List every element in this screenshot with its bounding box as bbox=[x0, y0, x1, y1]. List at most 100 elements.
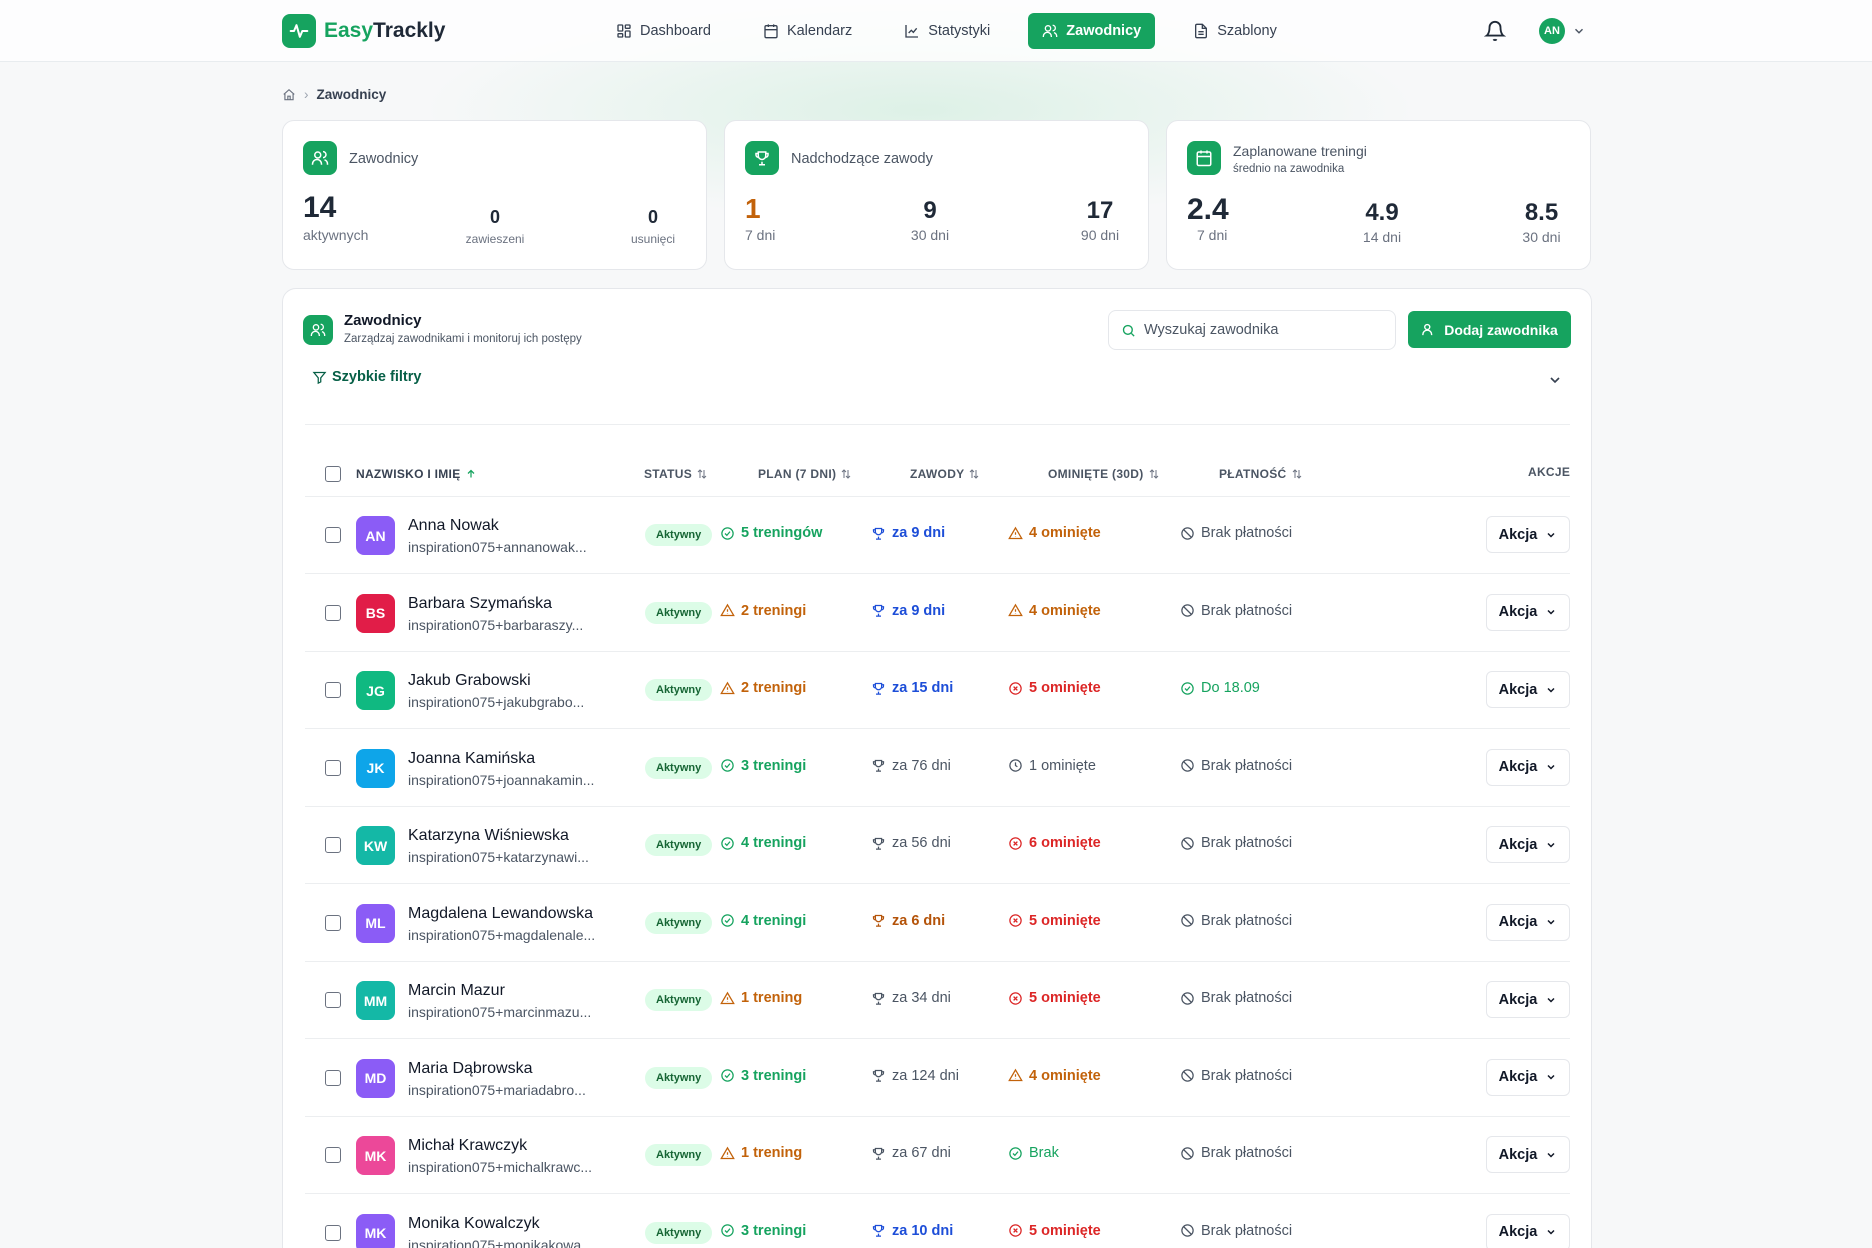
missed-cell: 5 ominięte bbox=[1008, 990, 1101, 1006]
athlete-name[interactable]: Joanna Kamińska bbox=[408, 750, 535, 768]
competition-cell: za 34 dni bbox=[871, 990, 951, 1006]
payment-cell: Brak płatności bbox=[1180, 835, 1292, 851]
sort-icon bbox=[841, 469, 851, 479]
table-row[interactable]: MK Michał Krawczyk inspiration075+michalkr… bbox=[305, 1117, 1570, 1194]
search-input[interactable] bbox=[1144, 322, 1374, 338]
athlete-name[interactable]: Barbara Szymańska bbox=[408, 595, 552, 613]
trophy-icon bbox=[871, 1146, 886, 1161]
check-circle-icon bbox=[720, 758, 735, 773]
nav-templates[interactable]: Szablony bbox=[1179, 13, 1291, 49]
athlete-email: inspiration075+mariadabro... bbox=[408, 1081, 586, 1098]
column-label: NAZWISKO I IMIĘ bbox=[356, 467, 461, 481]
user-avatar[interactable]: AN bbox=[1539, 18, 1565, 44]
action-dropdown-button[interactable]: Akcja bbox=[1486, 1213, 1570, 1248]
row-checkbox[interactable] bbox=[325, 1147, 341, 1163]
row-checkbox[interactable] bbox=[325, 914, 341, 931]
table-row[interactable]: AN Anna Nowak inspiration075+annanowak... A… bbox=[305, 497, 1570, 574]
select-all-checkbox[interactable] bbox=[325, 457, 341, 491]
competition-text: za 10 dni bbox=[892, 1222, 954, 1239]
trophy-icon bbox=[871, 603, 886, 618]
action-dropdown-button[interactable]: Akcja bbox=[1486, 593, 1570, 631]
row-checkbox[interactable] bbox=[325, 759, 341, 776]
nav-label: Szablony bbox=[1217, 23, 1277, 39]
athlete-name[interactable]: Magdalena Lewandowska bbox=[408, 905, 593, 923]
column-header-name[interactable]: NAZWISKO I IMIĘ bbox=[356, 457, 477, 491]
competition-text: za 9 dni bbox=[892, 602, 946, 619]
table-row[interactable]: MM Marcin Mazur inspiration075+marcinmazu.… bbox=[305, 962, 1570, 1039]
bell-icon[interactable] bbox=[1484, 20, 1506, 42]
nav-calendar[interactable]: Kalendarz bbox=[749, 13, 866, 49]
row-checkbox[interactable] bbox=[325, 1069, 341, 1086]
table-row[interactable]: JK Joanna Kamińska inspiration075+joannaka… bbox=[305, 730, 1570, 807]
stat-value: 0 bbox=[647, 207, 658, 227]
search-box[interactable] bbox=[1108, 310, 1396, 350]
status-badge: Aktywny bbox=[645, 756, 713, 779]
table-header: NAZWISKO I IMIĘ STATUS PLAN (7 DNI) ZAWO… bbox=[305, 457, 1570, 497]
column-header-missed[interactable]: OMINIĘTE (30D) bbox=[1048, 457, 1160, 491]
x-circle-icon bbox=[1008, 991, 1023, 1006]
action-dropdown-button[interactable]: Akcja bbox=[1486, 671, 1570, 708]
x-circle-icon bbox=[1008, 1223, 1023, 1238]
action-dropdown-button[interactable]: Akcja bbox=[1486, 516, 1570, 553]
table-row[interactable]: MK Monika Kowalczyk inspiration075+monikak… bbox=[305, 1195, 1570, 1248]
action-dropdown-button[interactable]: Akcja bbox=[1486, 1136, 1570, 1173]
table-row[interactable]: BS Barbara Szymańska inspiration075+barbar… bbox=[305, 575, 1570, 652]
action-dropdown-button[interactable]: Akcja bbox=[1486, 826, 1570, 863]
nav-statistics[interactable]: Statystyki bbox=[890, 13, 1004, 49]
column-header-plan[interactable]: PLAN (7 DNI) bbox=[758, 457, 852, 491]
athlete-name[interactable]: Katarzyna Wiśniewska bbox=[408, 827, 569, 845]
stat-main: 2.4 7 dni bbox=[1187, 193, 1229, 243]
payment-cell: Brak płatności bbox=[1180, 990, 1292, 1006]
home-icon[interactable] bbox=[282, 88, 296, 102]
row-checkbox[interactable] bbox=[325, 527, 341, 543]
athlete-name[interactable]: Marcin Mazur bbox=[408, 982, 505, 1000]
row-checkbox[interactable] bbox=[325, 682, 341, 698]
payment-cell: Brak płatności bbox=[1180, 913, 1292, 929]
stat-title: Zaplanowane treningi bbox=[1233, 143, 1367, 159]
table-row[interactable]: KW Katarzyna Wiśniewska inspiration075+kat… bbox=[305, 807, 1570, 884]
chevron-down-icon[interactable] bbox=[1572, 24, 1586, 38]
stat-label: 14 dni bbox=[1362, 229, 1402, 245]
column-header-competitions[interactable]: ZAWODY bbox=[910, 457, 980, 491]
payment-text: Brak płatności bbox=[1201, 757, 1293, 774]
table-row[interactable]: ML Magdalena Lewandowska inspiration075+ma… bbox=[305, 885, 1570, 962]
payment-text: Brak płatności bbox=[1201, 525, 1293, 541]
athlete-name[interactable]: Jakub Grabowski bbox=[408, 672, 531, 690]
nav-athletes[interactable]: Zawodnicy bbox=[1028, 13, 1156, 49]
row-checkbox[interactable] bbox=[325, 604, 341, 621]
payment-cell: Brak płatności bbox=[1180, 603, 1292, 619]
table-row[interactable]: JG Jakub Grabowski inspiration075+jakubgra… bbox=[305, 652, 1570, 729]
athlete-name[interactable]: Anna Nowak bbox=[408, 517, 499, 535]
payment-cell: Brak płatności bbox=[1180, 1223, 1292, 1239]
action-dropdown-button[interactable]: Akcja bbox=[1486, 1058, 1570, 1096]
athlete-name[interactable]: Michał Krawczyk bbox=[408, 1137, 527, 1155]
table-row[interactable]: MD Maria Dąbrowska inspiration075+mariadab… bbox=[305, 1040, 1570, 1117]
chevron-down-icon bbox=[1545, 839, 1557, 851]
column-header-status[interactable]: STATUS bbox=[644, 457, 708, 491]
athlete-name[interactable]: Maria Dąbrowska bbox=[408, 1060, 532, 1078]
chevron-down-icon[interactable] bbox=[1547, 372, 1563, 388]
add-athlete-button[interactable]: Dodaj zawodnika bbox=[1408, 311, 1571, 348]
action-dropdown-button[interactable]: Akcja bbox=[1486, 981, 1570, 1018]
plan-cell: 2 treningi bbox=[720, 603, 806, 619]
warning-icon bbox=[1008, 1068, 1023, 1083]
row-checkbox[interactable] bbox=[325, 1224, 341, 1241]
payment-cell: Brak płatności bbox=[1180, 525, 1292, 541]
row-checkbox[interactable] bbox=[325, 992, 341, 1008]
quick-filters-label: Szybkie filtry bbox=[332, 369, 422, 385]
row-checkbox[interactable] bbox=[325, 837, 341, 853]
nav-dashboard[interactable]: Dashboard bbox=[602, 13, 725, 49]
quick-filters-toggle[interactable]: Szybkie filtry bbox=[312, 369, 421, 385]
app-logo[interactable]: EasyTrackly bbox=[282, 14, 445, 48]
action-dropdown-button[interactable]: Akcja bbox=[1486, 748, 1570, 786]
add-athlete-label: Dodaj zawodnika bbox=[1444, 321, 1558, 338]
chart-icon bbox=[905, 25, 919, 38]
column-header-payment[interactable]: PŁATNOŚĆ bbox=[1219, 457, 1303, 491]
plan-text: 3 treningi bbox=[741, 757, 807, 774]
no-payment-icon bbox=[1180, 603, 1195, 618]
athlete-name[interactable]: Monika Kowalczyk bbox=[408, 1215, 540, 1233]
avatar: AN bbox=[356, 516, 395, 555]
avatar: JG bbox=[356, 671, 395, 710]
plan-text: 2 treningi bbox=[741, 602, 807, 619]
action-dropdown-button[interactable]: Akcja bbox=[1486, 903, 1570, 941]
